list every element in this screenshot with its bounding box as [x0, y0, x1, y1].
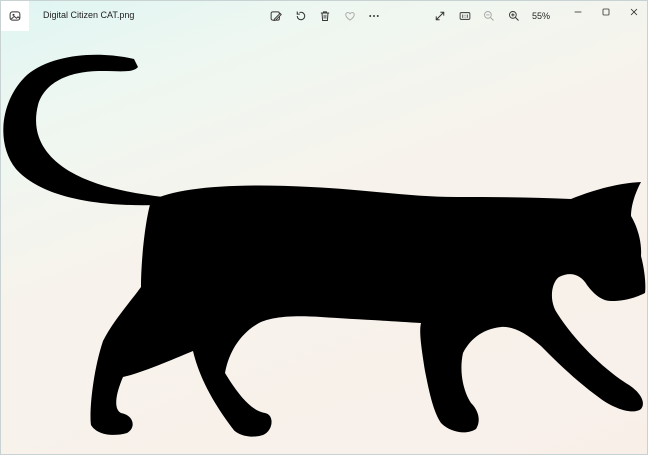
cat-silhouette-image	[3, 54, 646, 437]
rotate-icon	[296, 11, 306, 21]
file-name: Digital Citizen CAT.png	[43, 10, 135, 20]
close-button[interactable]	[625, 3, 643, 21]
minimize-button[interactable]	[569, 3, 587, 21]
favorite-icon	[345, 12, 355, 21]
full-screen-button[interactable]	[431, 7, 449, 25]
cat-body	[90, 182, 646, 437]
delete-icon	[320, 11, 330, 21]
zoom-out-icon	[484, 11, 494, 21]
full-screen-icon	[435, 11, 445, 21]
actual-size-button[interactable]	[456, 7, 474, 25]
zoom-in-button[interactable]	[505, 7, 523, 25]
zoom-out-button[interactable]	[480, 7, 498, 25]
maximize-button[interactable]	[597, 3, 615, 21]
favorite-button[interactable]	[341, 7, 359, 25]
minimize-icon	[574, 11, 582, 13]
photos-app-icon-glyph	[9, 11, 21, 21]
more-options-button[interactable]	[365, 7, 383, 25]
photos-app-icon	[1, 1, 29, 31]
maximize-icon	[602, 8, 610, 16]
delete-button[interactable]	[316, 7, 334, 25]
cat-tail	[3, 54, 163, 206]
close-icon	[630, 8, 638, 16]
more-icon	[369, 15, 379, 17]
edit-image-button[interactable]	[267, 7, 285, 25]
photos-viewer-window: Digital Citizen CAT.png 55%	[0, 0, 648, 455]
title-bar: Digital Citizen CAT.png 55%	[1, 1, 647, 31]
rotate-button[interactable]	[292, 7, 310, 25]
zoom-in-icon	[509, 11, 519, 21]
actual-size-icon	[459, 12, 471, 20]
edit-image-icon	[270, 11, 282, 22]
zoom-level[interactable]: 55%	[532, 11, 550, 21]
image-canvas[interactable]	[1, 31, 647, 454]
